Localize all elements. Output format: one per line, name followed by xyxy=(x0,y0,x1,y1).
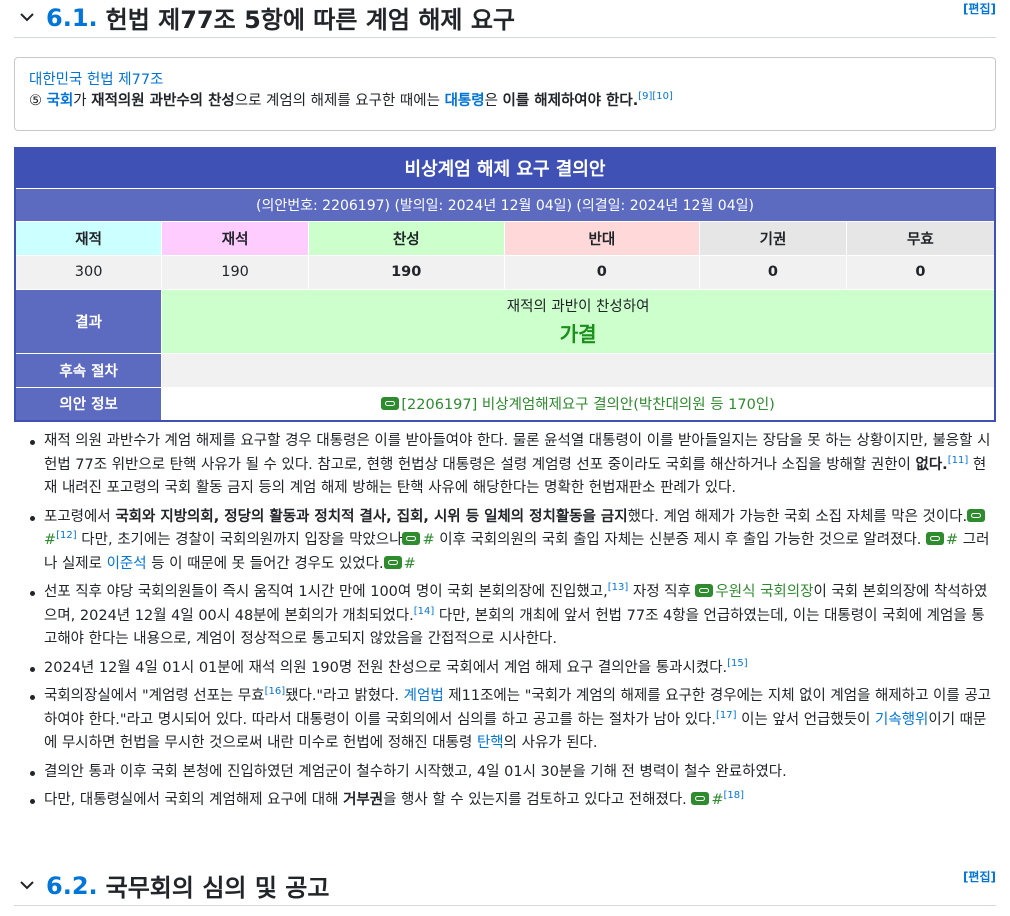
quote-text-part: 은 xyxy=(484,93,503,109)
result-cell: 재적의 과반이 찬성하여 가결 xyxy=(161,288,996,354)
bullet-list: 재적 의원 과반수가 계엄 해제를 요구할 경우 대통령은 이를 받아들여야 한… xyxy=(30,430,996,818)
text: 자정 직후 xyxy=(628,584,696,600)
link-speaker[interactable]: 우원식 국회의장 xyxy=(715,584,813,600)
footnote-ref[interactable]: [12] xyxy=(56,530,77,541)
text: 2024년 12월 4일 01시 01분에 재석 의원 190명 전원 찬성으로… xyxy=(44,659,728,676)
bold-text: 국회와 지방의회, 정당의 활동과 정치적 결사, 집회, 시위 등 일체의 정… xyxy=(115,508,628,525)
section-title: 헌법 제77조 5항에 따른 계엄 해제 요구 xyxy=(105,6,515,34)
text: 국회의장실에서 "계엄령 선포는 무효 xyxy=(44,688,265,704)
edit-link[interactable]: [편집] xyxy=(963,868,996,885)
header-no: 반대 xyxy=(503,220,701,256)
text: 등 이 때문에 못 들어간 경우도 있었다. xyxy=(146,555,384,572)
text: 했다. 계엄 해제가 가능한 국회 소집 자체를 막은 것이다. xyxy=(627,508,968,525)
text: 이는 앞서 언급했듯이 xyxy=(736,711,876,728)
external-link-icon[interactable] xyxy=(967,508,986,522)
hash-link[interactable]: # xyxy=(946,532,958,548)
footnote-ref[interactable]: [11] xyxy=(948,455,969,466)
text: 의 사유가 된다. xyxy=(503,735,598,751)
section-number: 6.2. xyxy=(46,871,98,900)
constitution-quote-box: 대한민국 헌법 제77조 ⑤ 국회가 재적의원 과반수의 찬성으로 계엄의 해제… xyxy=(14,57,996,131)
list-item: 2024년 12월 4일 01시 01분에 재석 의원 190명 전원 찬성으로… xyxy=(30,657,996,681)
header-registered: 재적 xyxy=(14,220,163,256)
text: 결의안 통과 이후 국회 본청에 진입하였던 계엄군이 철수하기 시작했고, 4… xyxy=(44,763,787,780)
value-no: 0 xyxy=(503,254,701,290)
link-president[interactable]: 대통령 xyxy=(445,93,485,109)
vote-result-table: 비상계엄 해제 요구 결의안 (의안번호: 2206197) (발의일: 202… xyxy=(14,147,996,422)
bill-info-text[interactable]: [2206197] 비상계엄해제요구 결의안(박찬대의원 등 170인) xyxy=(401,397,774,413)
text: 을 행사 할 수 있는지를 검토하고 있다고 전해졌다. xyxy=(383,792,692,808)
chevron-down-icon[interactable] xyxy=(16,7,38,29)
info-label: 의안 정보 xyxy=(14,386,163,422)
result-label: 결과 xyxy=(14,288,163,354)
link-impeachment[interactable]: 탄핵 xyxy=(477,735,504,751)
result-passed: 가결 xyxy=(559,322,597,346)
section-heading-6-2[interactable]: 6.2. 국무회의 심의 및 공고 [편집] xyxy=(14,866,996,906)
footnote-ref[interactable]: [17] xyxy=(716,710,737,721)
table-subtitle: (의안번호: 2206197) (발의일: 2024년 12월 04일) (의결… xyxy=(14,187,996,222)
quote-text-part: 가 xyxy=(73,93,92,109)
external-link-icon xyxy=(381,397,400,411)
chevron-down-icon[interactable] xyxy=(16,875,38,897)
text: 이후 국회의원의 국회 출입 자체는 신분증 제시 후 출입 가능한 것으로 알… xyxy=(434,532,926,548)
section-heading-6-1[interactable]: 6.1. 헌법 제77조 5항에 따른 계엄 해제 요구 [편집] xyxy=(14,0,996,38)
followup-label: 후속 절차 xyxy=(14,352,163,388)
footnote-ref[interactable]: [15] xyxy=(727,658,748,669)
text: 포고령에서 xyxy=(44,508,116,525)
result-text: 재적의 과반이 찬성하여 xyxy=(506,299,650,315)
edit-link[interactable]: [편집] xyxy=(963,0,996,17)
quote-bold-part: 재적의원 과반수의 찬성 xyxy=(91,93,235,109)
value-yes: 190 xyxy=(307,254,505,290)
quote-text-part: 으로 계엄의 해제를 요구한 때에는 xyxy=(234,93,445,109)
hash-link[interactable]: # xyxy=(44,532,56,548)
table-title: 비상계엄 해제 요구 결의안 xyxy=(14,147,996,189)
list-item: 다만, 대통령실에서 국회의 계엄해제 요구에 대해 거부권을 행사 할 수 있… xyxy=(30,789,996,813)
text: 선포 직후 야당 국회의원들이 즉시 움직여 1시간 만에 100여 명이 국회… xyxy=(44,584,608,600)
footnote-ref[interactable]: [18] xyxy=(724,790,745,801)
value-abstain: 0 xyxy=(699,254,847,290)
quote-bold-part: 이를 해제하여야 한다. xyxy=(502,93,639,109)
hash-link[interactable]: # xyxy=(422,532,434,548)
value-present: 190 xyxy=(161,254,309,290)
link-national-assembly[interactable]: 국회 xyxy=(47,93,74,109)
link-lee-junseok[interactable]: 이준석 xyxy=(107,556,147,572)
external-link-icon[interactable] xyxy=(383,555,402,569)
followup-cell xyxy=(161,352,996,388)
header-present: 재석 xyxy=(161,220,309,256)
external-link-icon[interactable] xyxy=(926,532,944,545)
quote-text: ⑤ 국회가 재적의원 과반수의 찬성으로 계엄의 해제를 요구한 때에는 대통령… xyxy=(29,90,981,112)
text: 재적 의원 과반수가 계엄 해제를 요구할 경우 대통령은 이를 받아들여야 한… xyxy=(44,433,991,473)
header-yes: 찬성 xyxy=(307,220,505,256)
bill-info-link[interactable]: [2206197] 비상계엄해제요구 결의안(박찬대의원 등 170인) xyxy=(161,386,996,422)
header-abstain: 기권 xyxy=(699,220,847,256)
text: 됐다."라고 밝혔다. xyxy=(285,688,404,704)
link-martial-law-act[interactable]: 계엄법 xyxy=(404,688,444,704)
footnote-ref[interactable]: [9][10] xyxy=(638,91,673,102)
text: 다만, 초기에는 경찰이 국회의원까지 입장을 막았으나 xyxy=(76,532,403,548)
bold-text: 거부권 xyxy=(343,792,384,808)
text: 다만, 대통령실에서 국회의 계엄해제 요구에 대해 xyxy=(44,792,344,808)
bold-text: 없다. xyxy=(915,456,948,473)
link-bound-act[interactable]: 기속행위 xyxy=(875,712,928,728)
section-number: 6.1. xyxy=(46,3,98,32)
list-item: 선포 직후 야당 국회의원들이 즉시 움직여 1시간 만에 100여 명이 국회… xyxy=(30,581,996,652)
quote-title-link[interactable]: 대한민국 헌법 제77조 xyxy=(29,70,981,90)
external-link-icon[interactable] xyxy=(402,532,421,545)
footnote-ref[interactable]: [14] xyxy=(414,606,435,617)
hash-link[interactable]: # xyxy=(404,556,416,572)
header-invalid: 무효 xyxy=(845,220,996,256)
section-title: 국무회의 심의 및 공고 xyxy=(105,874,330,902)
value-registered: 300 xyxy=(14,254,163,290)
external-link-icon[interactable] xyxy=(691,792,710,805)
list-item: 재적 의원 과반수가 계엄 해제를 요구할 경우 대통령은 이를 받아들여야 한… xyxy=(30,430,996,501)
footnote-ref[interactable]: [13] xyxy=(608,582,629,593)
external-link-icon[interactable] xyxy=(695,584,714,597)
hash-link[interactable]: # xyxy=(711,792,723,808)
value-invalid: 0 xyxy=(845,254,996,290)
list-item: 포고령에서 국회와 지방의회, 정당의 활동과 정치적 결사, 집회, 시위 등… xyxy=(30,506,996,577)
circled-number: ⑤ xyxy=(29,93,42,109)
list-item: 결의안 통과 이후 국회 본청에 진입하였던 계엄군이 철수하기 시작했고, 4… xyxy=(30,761,996,785)
footnote-ref[interactable]: [16] xyxy=(265,686,286,697)
list-item: 국회의장실에서 "계엄령 선포는 무효[16]됐다."라고 밝혔다. 계엄법 제… xyxy=(30,685,996,756)
